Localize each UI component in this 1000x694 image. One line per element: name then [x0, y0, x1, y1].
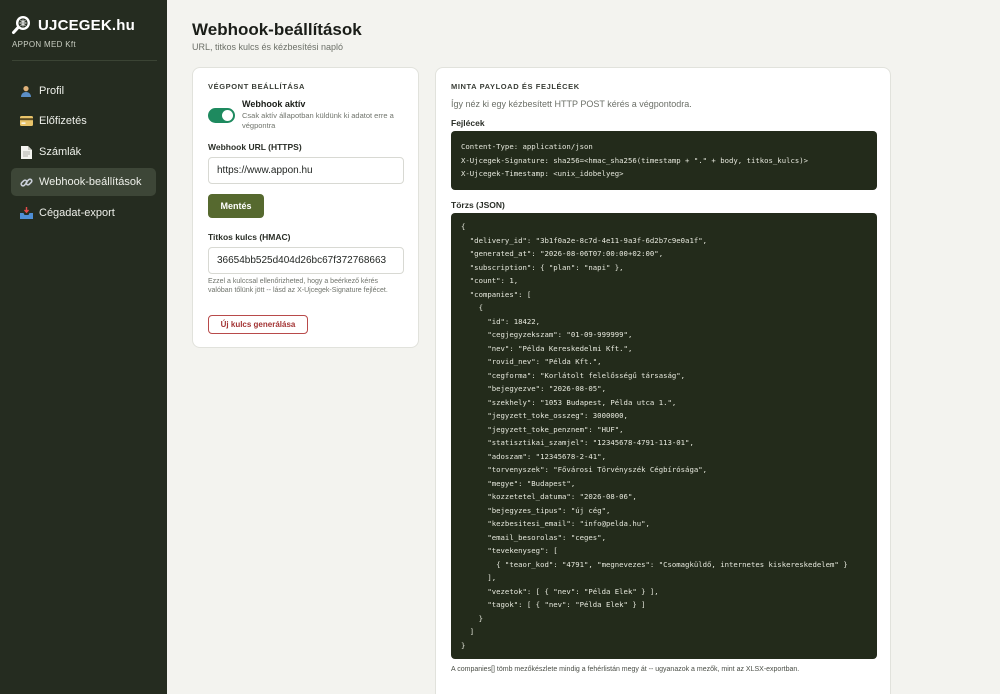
credit-card-icon [19, 114, 33, 128]
page-subtitle: URL, titkos kulcs és kézbesítési napló [192, 42, 344, 52]
companies-footnote: A companies[] tömb mezőkészlete mindig a… [451, 666, 800, 673]
sidebar-item-cegadat-export[interactable]: Cégadat-export [11, 199, 156, 227]
page-title: Webhook-beállítások [192, 20, 362, 39]
brand-logo[interactable]: UJCEGEK.hu [11, 14, 135, 36]
toggle-knob [222, 110, 233, 121]
body-code-block: { "delivery_id": "3b1f0a2e-8c7d-4e11-9a3… [451, 213, 877, 659]
section-title: VÉGPONT BEÁLLÍTÁSA [208, 82, 306, 91]
payload-description: Így néz ki egy kézbesített HTTP POST kér… [451, 99, 692, 109]
secret-key-hint: Ezzel a kulccsal ellenőrizheted, hogy a … [208, 278, 388, 294]
toggle-title: Webhook aktív [242, 99, 306, 109]
generate-key-button[interactable]: Új kulcs generálása [208, 315, 308, 334]
sidebar-item-elofizetes[interactable]: Előfizetés [11, 107, 156, 135]
company-name: APPON MED Kft [12, 40, 76, 49]
endpoint-settings-card: VÉGPONT BEÁLLÍTÁSA Webhook aktív Csak ak… [192, 67, 419, 348]
body-label: Törzs (JSON) [451, 200, 505, 210]
headers-label: Fejlécek [451, 118, 485, 128]
webhook-url-input[interactable] [208, 157, 404, 184]
headers-code-block: Content-Type: application/json X-Ujcegek… [451, 131, 877, 190]
secret-key-field[interactable] [208, 247, 404, 274]
sidebar-item-szamlak[interactable]: Számlák [11, 138, 156, 166]
brand-name: UJCEGEK.hu [38, 16, 136, 34]
sidebar-item-webhook[interactable]: Webhook-beállítások [11, 168, 156, 196]
webhook-url-label: Webhook URL (HTTPS) [208, 142, 302, 152]
main-content: Webhook-beállítások URL, titkos kulcs és… [167, 0, 1000, 694]
sidebar: UJCEGEK.hu APPON MED Kft Profil Előfizet… [0, 0, 167, 694]
inbox-tray-icon [19, 206, 33, 220]
document-icon [19, 145, 33, 159]
secret-key-label: Titkos kulcs (HMAC) [208, 232, 291, 242]
sidebar-divider [12, 60, 157, 61]
section-title: MINTA PAYLOAD ÉS FEJLÉCEK [451, 82, 580, 91]
toggle-description: Csak aktív állapotban küldünk ki adatot … [242, 111, 394, 130]
sidebar-item-profil[interactable]: Profil [11, 77, 156, 105]
link-icon [19, 175, 33, 189]
payload-sample-card: MINTA PAYLOAD ÉS FEJLÉCEK Így néz ki egy… [435, 67, 891, 694]
sidebar-item-label: Webhook-beállítások [39, 176, 142, 188]
sidebar-item-label: Előfizetés [39, 115, 87, 127]
save-button[interactable]: Mentés [208, 194, 264, 218]
sidebar-item-label: Cégadat-export [39, 207, 115, 219]
magnifier-globe-icon [11, 14, 33, 36]
webhook-active-toggle[interactable] [208, 108, 235, 123]
user-icon [19, 84, 33, 98]
sidebar-item-label: Számlák [39, 146, 82, 158]
sidebar-item-label: Profil [39, 85, 65, 97]
